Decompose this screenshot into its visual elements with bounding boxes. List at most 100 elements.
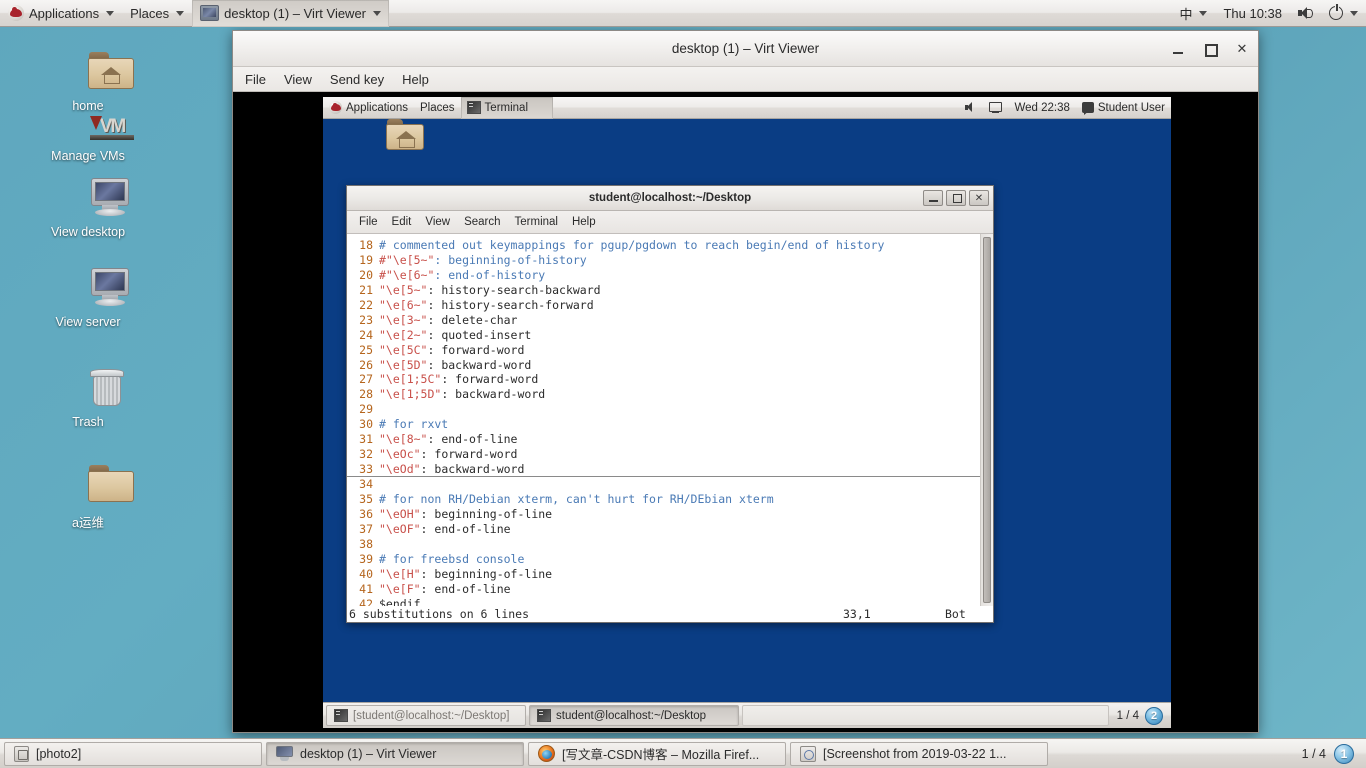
desktop-icon-trash[interactable]: Trash	[33, 368, 143, 429]
minimize-button[interactable]	[1170, 41, 1186, 57]
guest-desktop-icon-home[interactable]	[375, 119, 435, 154]
taskbar-item-label: desktop (1) – Virt Viewer	[300, 747, 436, 761]
window-menu-label: desktop (1) – Virt Viewer	[224, 6, 366, 21]
taskbar-item-firefox[interactable]: [写文章-CSDN博客 – Mozilla Firef...	[528, 742, 786, 766]
editor-text-segment: "\e[2~"	[379, 328, 427, 342]
editor-text-segment: "\eOd"	[379, 462, 421, 476]
guest-user-label: Student User	[1098, 102, 1165, 114]
clock-label: Thu 10:38	[1223, 6, 1282, 21]
cursor-position: 33,1	[843, 607, 871, 621]
editor-text-segment: : backward-word	[427, 358, 531, 372]
virt-viewer-window[interactable]: desktop (1) – Virt Viewer ✕ File View Se…	[232, 30, 1259, 733]
editor-line: 26"\e[5D": backward-word	[347, 358, 980, 373]
editor-line: 33"\eOd": backward-word	[347, 462, 980, 477]
guest-screen[interactable]: Applications Places Terminal Wed 22:38	[323, 97, 1171, 728]
menu-file[interactable]: File	[245, 72, 266, 87]
volume-button[interactable]	[1290, 0, 1321, 27]
editor-line: 34	[347, 477, 980, 492]
menu-help[interactable]: Help	[572, 216, 596, 228]
clock[interactable]: Thu 10:38	[1215, 0, 1290, 27]
editor-text-segment: # for non RH/Debian xterm, can't hurt fo…	[379, 492, 774, 506]
guest-terminal-window[interactable]: student@localhost:~/Desktop ✕ File Edit …	[346, 185, 994, 623]
input-method-label: 中	[1179, 4, 1192, 23]
desktop-icon-view-server[interactable]: View server	[33, 268, 143, 329]
menu-view[interactable]: View	[284, 72, 312, 87]
editor-text-segment: "\eOH"	[379, 507, 421, 521]
taskbar-item-terminal-1[interactable]: [student@localhost:~/Desktop]	[326, 705, 526, 726]
close-button[interactable]: ✕	[969, 190, 989, 206]
line-number: 34	[351, 477, 373, 492]
editor-text-segment: "\e[F"	[379, 582, 421, 596]
redhat-logo-icon	[8, 5, 24, 21]
line-number: 35	[351, 492, 373, 507]
editor-line: 30# for rxvt	[347, 417, 980, 432]
virt-viewer-titlebar[interactable]: desktop (1) – Virt Viewer ✕	[233, 31, 1258, 67]
line-number: 21	[351, 283, 373, 298]
terminal-icon	[537, 709, 551, 722]
taskbar-item-virt-viewer[interactable]: desktop (1) – Virt Viewer	[266, 742, 524, 766]
desktop-icon-home[interactable]: home	[33, 52, 143, 113]
workspace-badge[interactable]: 2	[1145, 707, 1163, 725]
terminal-titlebar[interactable]: student@localhost:~/Desktop ✕	[347, 186, 993, 211]
taskbar-item-label: [photo2]	[36, 747, 81, 761]
chevron-down-icon	[106, 11, 114, 16]
guest-places-menu[interactable]: Places	[414, 97, 461, 119]
desktop-icon-manage-vms[interactable]: VM Manage VMs	[33, 116, 143, 163]
system-menu[interactable]	[1321, 0, 1366, 27]
maximize-button[interactable]	[1202, 41, 1218, 57]
monitor-icon	[64, 268, 112, 310]
guest-clock[interactable]: Wed 22:38	[1008, 97, 1075, 119]
editor-text-segment: : quoted-insert	[427, 328, 531, 342]
editor-text-segment: : history-search-backward	[427, 283, 600, 297]
guest-network-button[interactable]	[983, 97, 1008, 119]
menu-edit[interactable]: Edit	[392, 216, 412, 228]
menu-search[interactable]: Search	[464, 216, 500, 228]
virt-viewer-menubar: File View Send key Help	[233, 67, 1258, 92]
terminal-scrollbar[interactable]	[980, 234, 993, 606]
editor-text-segment: # commented out keymappings for pgup/pgd…	[379, 238, 884, 252]
menu-send-key[interactable]: Send key	[330, 72, 384, 87]
guest-user-menu[interactable]: Student User	[1076, 97, 1171, 119]
guest-window-list-terminal[interactable]: Terminal	[461, 97, 553, 119]
places-menu[interactable]: Places	[122, 0, 192, 27]
desktop-icon-label: home	[72, 99, 103, 113]
workspace-label: 1 / 4	[1302, 747, 1326, 761]
menu-terminal[interactable]: Terminal	[515, 216, 558, 228]
input-method-indicator[interactable]: 中	[1171, 0, 1215, 27]
maximize-button[interactable]	[946, 190, 966, 206]
line-number: 39	[351, 552, 373, 567]
menu-file[interactable]: File	[359, 216, 378, 228]
guest-workspace-switcher[interactable]: 1 / 4 2	[1112, 707, 1168, 725]
taskbar-item-photo2[interactable]: [photo2]	[4, 742, 262, 766]
terminal-window-controls: ✕	[923, 190, 989, 206]
close-button[interactable]: ✕	[1234, 41, 1250, 57]
editor-line: 22"\e[6~": history-search-forward	[347, 298, 980, 313]
guest-applications-menu[interactable]: Applications	[323, 97, 414, 119]
workspace-badge[interactable]: 1	[1334, 744, 1354, 764]
editor-buffer[interactable]: 18# commented out keymappings for pgup/p…	[347, 234, 980, 606]
line-number: 29	[351, 402, 373, 417]
desktop-icon-view-desktop[interactable]: View desktop	[33, 178, 143, 239]
editor-text-segment: "\e[1;5C"	[379, 372, 441, 386]
line-number: 27	[351, 372, 373, 387]
window-menu-virt-viewer[interactable]: desktop (1) – Virt Viewer	[192, 0, 389, 27]
guest-volume-button[interactable]	[959, 97, 983, 119]
editor-text-segment: $endif	[379, 597, 421, 607]
host-workspace-switcher[interactable]: 1 / 4 1	[1294, 744, 1362, 764]
editor-line: 37"\eOF": end-of-line	[347, 522, 980, 537]
taskbar-item-screenshot[interactable]: [Screenshot from 2019-03-22 1...	[790, 742, 1048, 766]
editor-line: 18# commented out keymappings for pgup/p…	[347, 238, 980, 253]
desktop-icon-a-yunwei[interactable]: a运维	[33, 465, 143, 531]
scrollbar-thumb[interactable]	[983, 237, 991, 603]
terminal-title: student@localhost:~/Desktop	[347, 186, 993, 211]
applications-menu[interactable]: Applications	[0, 0, 122, 27]
editor-text-segment: "\e[H"	[379, 567, 421, 581]
taskbar-item-terminal-2[interactable]: student@localhost:~/Desktop	[529, 705, 739, 726]
menu-help[interactable]: Help	[402, 72, 429, 87]
terminal-content[interactable]: 18# commented out keymappings for pgup/p…	[347, 234, 993, 606]
editor-line: 19#"\e[5~": beginning-of-history	[347, 253, 980, 268]
editor-line: 24"\e[2~": quoted-insert	[347, 328, 980, 343]
menu-view[interactable]: View	[425, 216, 450, 228]
host-top-panel: Applications Places desktop (1) – Virt V…	[0, 0, 1366, 27]
minimize-button[interactable]	[923, 190, 943, 206]
